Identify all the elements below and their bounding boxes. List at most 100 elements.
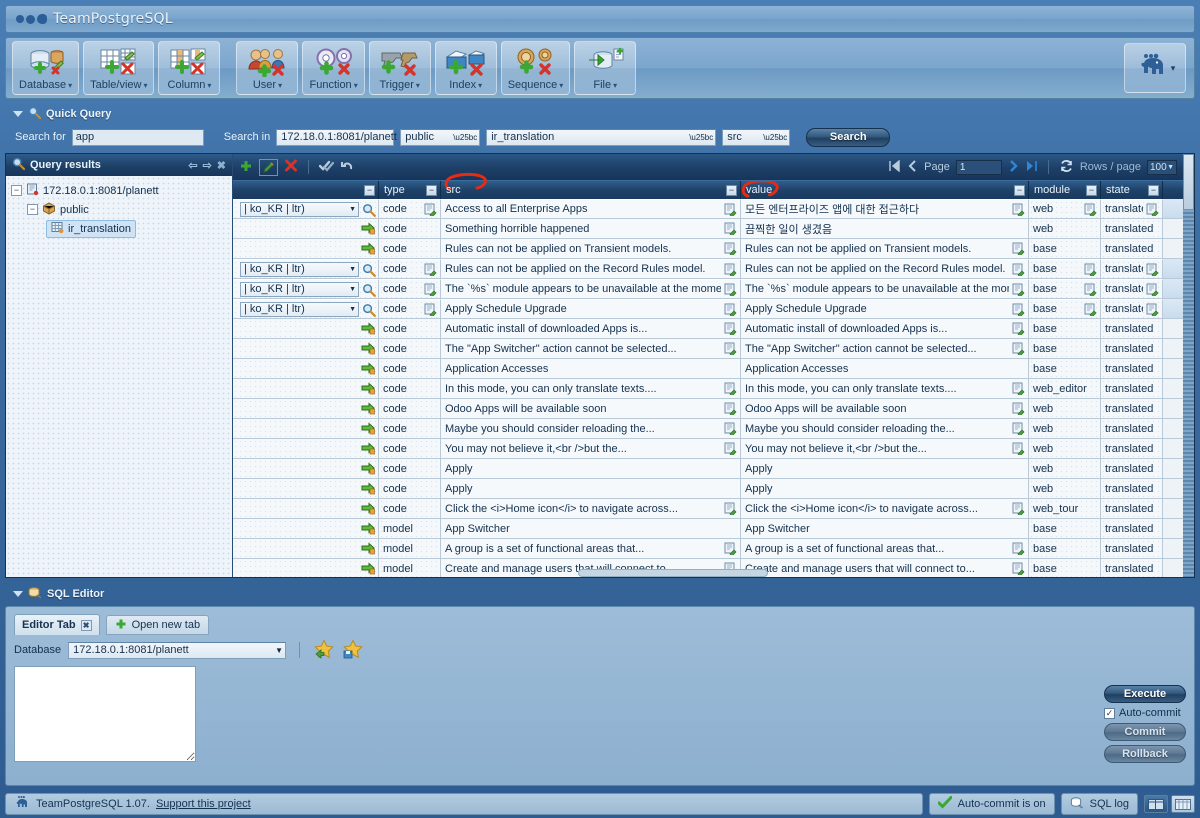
cell-module[interactable]: base <box>1029 319 1101 338</box>
cell-state[interactable]: translated <box>1101 559 1163 577</box>
cell-state[interactable]: translated <box>1101 419 1163 438</box>
cell-editor-icon[interactable] <box>1146 263 1159 277</box>
row-add-icon[interactable] <box>361 322 375 335</box>
table-row[interactable]: | ko_KR | ltr) ▼ code Apply Schedule Upgrad… <box>233 299 1183 319</box>
cell-module[interactable]: base <box>1029 239 1101 258</box>
cell-state[interactable]: translated <box>1101 499 1163 518</box>
cell-type[interactable]: model <box>379 519 441 538</box>
cell-value[interactable]: Apply <box>741 479 1029 498</box>
toolbar-button-user[interactable]: User ▾ <box>236 41 299 95</box>
cell-value[interactable]: App Switcher <box>741 519 1029 538</box>
toolbar-button-sequence[interactable]: Sequence ▾ <box>500 41 571 95</box>
cell-src[interactable]: Application Accesses <box>441 359 741 378</box>
tree-node-server[interactable]: − 172.18.0.1:8081/planett <box>6 181 232 200</box>
cell-value[interactable]: The "App Switcher" action cannot be sele… <box>741 339 1029 358</box>
cell-type[interactable]: code <box>379 399 441 418</box>
cell-src[interactable]: Rules can not be applied on Transient mo… <box>441 239 741 258</box>
cell-module[interactable]: web <box>1029 399 1101 418</box>
cell-state[interactable]: translated <box>1101 399 1163 418</box>
cell-state[interactable]: translated <box>1101 239 1163 258</box>
search-button[interactable]: Search <box>806 127 891 147</box>
sql-editor-textarea[interactable] <box>14 666 196 762</box>
undo-icon[interactable] <box>340 159 354 175</box>
cell-editor-icon[interactable] <box>424 303 437 317</box>
cell-src[interactable]: Automatic install of downloaded Apps is.… <box>441 319 741 338</box>
cell-editor-icon[interactable] <box>1012 203 1025 217</box>
row-add-icon[interactable] <box>361 462 375 475</box>
cell-editor-icon[interactable] <box>1012 322 1025 337</box>
cell-lang[interactable] <box>233 479 379 498</box>
cell-state[interactable]: translated <box>1101 459 1163 478</box>
row-add-icon[interactable] <box>361 502 375 515</box>
cell-module[interactable]: base <box>1029 539 1101 558</box>
cell-lang[interactable] <box>233 459 379 478</box>
cell-module[interactable]: web <box>1029 219 1101 238</box>
server-select[interactable]: 172.18.0.1:8081/planett\u25bc <box>276 128 425 146</box>
table-row[interactable]: code The "App Switcher" action cannot be … <box>233 339 1183 359</box>
cell-module[interactable]: base <box>1029 359 1101 378</box>
table-row[interactable]: code You may not believe it,<br />but the… <box>233 439 1183 459</box>
search-input[interactable] <box>71 128 204 146</box>
cell-type[interactable]: code <box>379 459 441 478</box>
cell-value[interactable]: Application Accesses <box>741 359 1029 378</box>
table-row[interactable]: code Automatic install of downloaded Apps… <box>233 319 1183 339</box>
cell-state[interactable]: translated <box>1101 519 1163 538</box>
grid-view-button[interactable] <box>1171 795 1195 813</box>
commit-button[interactable]: Commit <box>1104 723 1186 741</box>
cell-editor-icon[interactable] <box>724 342 737 357</box>
cell-type[interactable]: code <box>379 499 441 518</box>
last-page-icon[interactable] <box>1025 160 1038 175</box>
cell-value[interactable]: A group is a set of functional areas tha… <box>741 539 1029 558</box>
cell-editor-icon[interactable] <box>724 442 737 457</box>
cell-editor-icon[interactable] <box>724 542 737 557</box>
cell-src[interactable]: Odoo Apps will be available soon <box>441 399 741 418</box>
cell-lang[interactable] <box>233 359 379 378</box>
row-add-icon[interactable] <box>361 522 375 535</box>
cell-lang[interactable] <box>233 419 379 438</box>
table-row[interactable]: code Odoo Apps will be available soon Odoo… <box>233 399 1183 419</box>
table-row[interactable]: model App Switcher App Switcher base transla… <box>233 519 1183 539</box>
row-add-icon[interactable] <box>361 482 375 495</box>
add-row-icon[interactable] <box>239 159 253 176</box>
save-favorite-icon[interactable] <box>342 638 364 662</box>
cell-src[interactable]: Apply Schedule Upgrade <box>441 299 741 318</box>
cell-type[interactable]: code <box>379 259 441 278</box>
row-inspect-icon[interactable] <box>362 263 376 277</box>
cell-lang[interactable] <box>233 319 379 338</box>
cell-value[interactable]: Rules can not be applied on Transient mo… <box>741 239 1029 258</box>
cell-editor-icon[interactable] <box>1084 283 1097 297</box>
cell-state[interactable]: translated <box>1101 359 1163 378</box>
open-new-tab-button[interactable]: Open new tab <box>105 615 210 635</box>
cell-type[interactable]: code <box>379 479 441 498</box>
cell-value[interactable]: 모든 엔터프라이즈 앱에 대한 접근하다 <box>741 199 1029 218</box>
cell-value[interactable]: Click the <i>Home icon</i> to navigate a… <box>741 499 1029 518</box>
cell-value[interactable]: You may not believe it,<br />but the... <box>741 439 1029 458</box>
cell-module[interactable]: web <box>1029 419 1101 438</box>
cell-editor-icon[interactable] <box>724 322 737 337</box>
table-select[interactable]: ir_translation \u25bc <box>486 128 717 146</box>
nav-back-icon[interactable]: ⇦ <box>188 159 197 172</box>
cell-src[interactable]: Rules can not be applied on the Record R… <box>441 259 741 278</box>
next-page-icon[interactable] <box>1008 159 1019 175</box>
cell-type[interactable]: code <box>379 439 441 458</box>
column-menu-icon[interactable]: − <box>1086 184 1097 196</box>
cell-editor-icon[interactable] <box>1012 342 1025 357</box>
cell-src[interactable]: You may not believe it,<br />but the... <box>441 439 741 458</box>
apply-changes-icon[interactable] <box>318 159 335 175</box>
cell-src[interactable]: Maybe you should consider reloading the.… <box>441 419 741 438</box>
auto-commit-checkbox[interactable]: ✓ <box>1104 707 1115 719</box>
execute-button[interactable]: Execute <box>1104 685 1186 703</box>
column-menu-icon[interactable]: − <box>426 184 437 196</box>
collapse-toggle-icon[interactable] <box>13 591 23 597</box>
cell-module[interactable]: base <box>1029 559 1101 577</box>
tree-node-table[interactable]: ir_translation <box>6 219 232 238</box>
column-select[interactable]: src \u25bc <box>722 128 791 146</box>
scrollbar-thumb[interactable] <box>1183 154 1194 210</box>
grid-body[interactable]: | ko_KR | ltr) ▼ code Access to all Enterpr… <box>233 199 1183 577</box>
table-row[interactable]: | ko_KR | ltr) ▼ code Access to all Enterpr… <box>233 199 1183 219</box>
cell-lang[interactable] <box>233 339 379 358</box>
cell-state[interactable]: translated <box>1101 279 1163 298</box>
toolbar-button-database[interactable]: Database ▾ <box>12 41 80 95</box>
cell-state[interactable]: translated <box>1101 339 1163 358</box>
cell-editor-icon[interactable] <box>1012 263 1025 277</box>
